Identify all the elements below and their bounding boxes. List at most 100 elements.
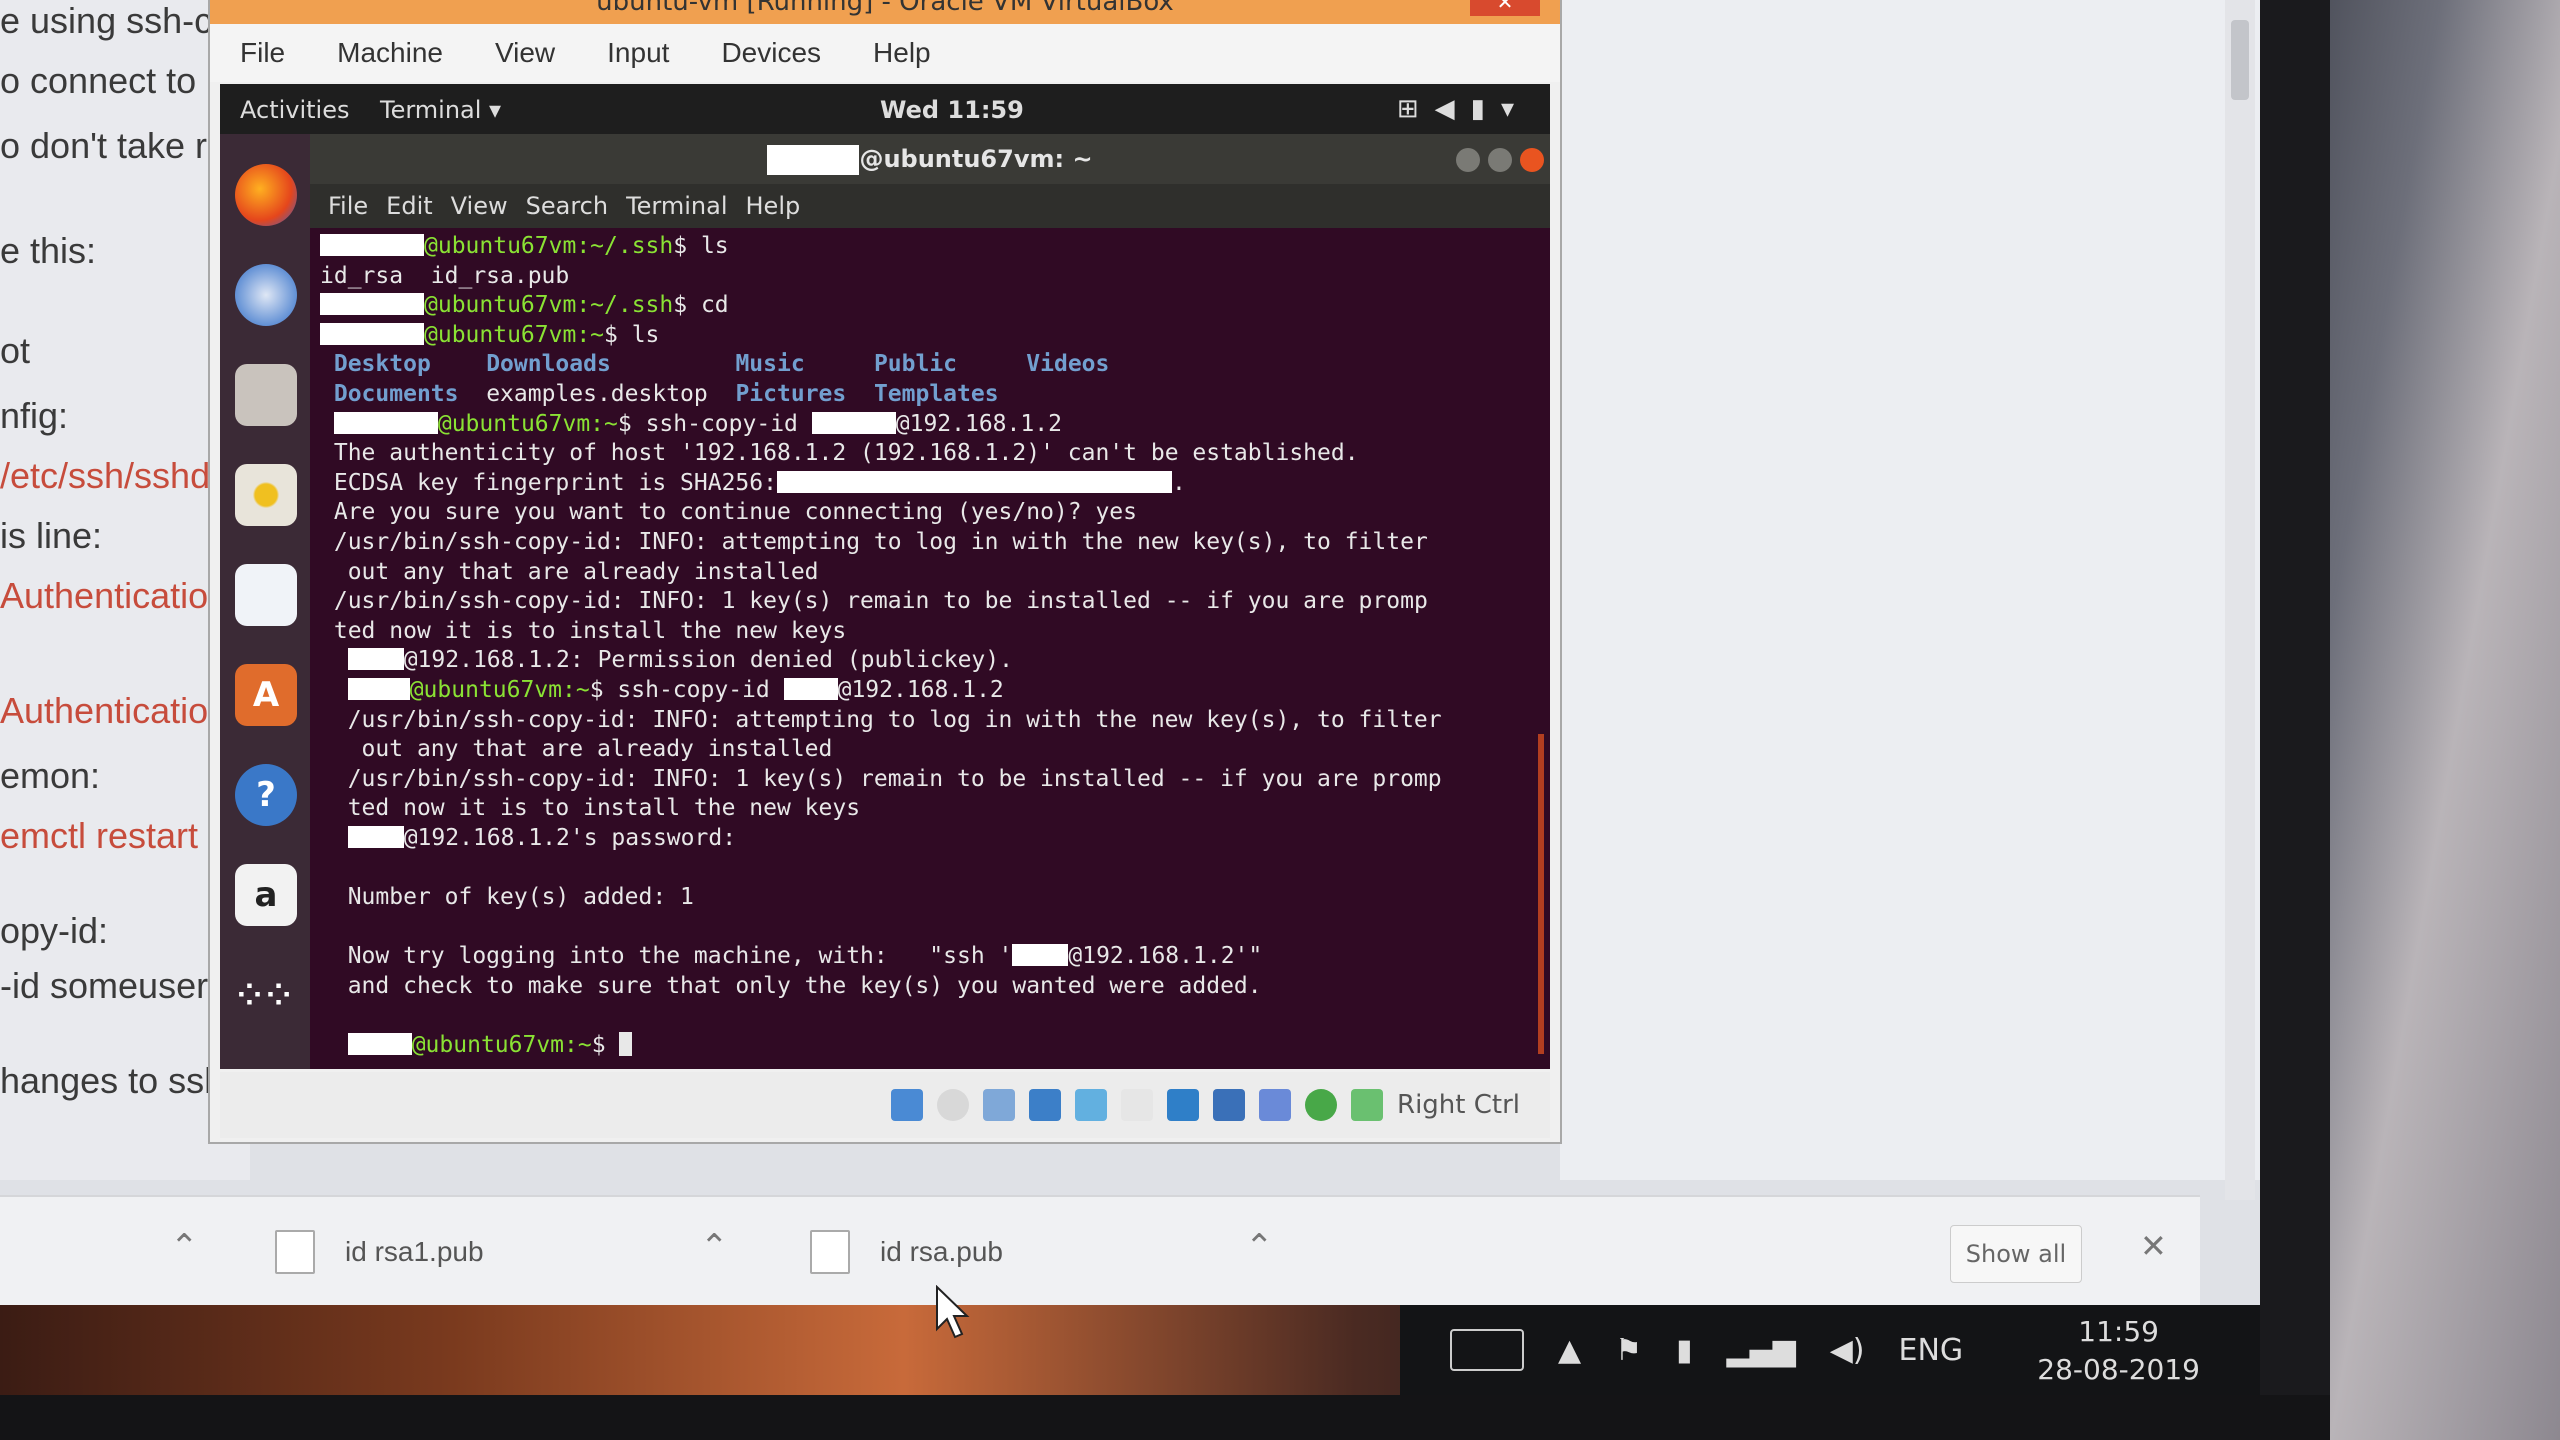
thunderbird-icon[interactable]	[235, 264, 297, 326]
capture-icon[interactable]	[1213, 1089, 1245, 1121]
download-filename: id rsa1.pub	[345, 1236, 484, 1267]
battery-icon[interactable]: ▮	[1676, 1333, 1693, 1368]
download-item-1[interactable]: id rsa1.pub	[275, 1217, 484, 1287]
close-icon[interactable]: ✕	[2140, 1227, 2167, 1265]
gnome-top-bar: Activities Terminal ▾ Wed 11:59 ⊞◀▮▾	[220, 84, 1550, 134]
amazon-icon[interactable]: a	[235, 864, 297, 926]
output-text: /usr/bin/ssh-copy-id: INFO: 1 key(s) rem…	[333, 588, 1428, 615]
keyboard-icon[interactable]	[1450, 1329, 1524, 1371]
chevron-up-icon[interactable]: ⌃	[1245, 1227, 1274, 1267]
network-signal-icon[interactable]: ▂▄▆	[1727, 1333, 1796, 1368]
terminal-output[interactable]: @ubuntu67vm:~/.ssh$ ls id_rsa id_rsa.pub @…	[320, 232, 1535, 1062]
terminal-line: /usr/bin/ssh-copy-id: INFO: 1 key(s) rem…	[320, 765, 1535, 795]
ubuntu-dock: A ? a ⁘⁘	[220, 134, 310, 1069]
files-icon[interactable]	[235, 364, 297, 426]
mouse-integration-icon[interactable]	[1305, 1089, 1337, 1121]
chevron-up-icon[interactable]: ▲	[1558, 1333, 1581, 1368]
menu-down-icon: ▾	[1500, 94, 1530, 124]
monitor-bezel-bottom	[0, 1395, 2330, 1440]
ls-row: Desktop Downloads Music Public Videos	[320, 350, 1535, 380]
vbox-menu-input[interactable]: Input	[607, 37, 669, 69]
close-icon[interactable]	[1520, 148, 1544, 172]
output-text: /usr/bin/ssh-copy-id: INFO: attempting t…	[347, 706, 1442, 733]
writer-icon[interactable]	[235, 564, 297, 626]
vbox-menu-help[interactable]: Help	[873, 37, 931, 69]
dir-documents: Documents	[333, 380, 459, 407]
terminal-line: /usr/bin/ssh-copy-id: INFO: attempting t…	[320, 528, 1535, 558]
term-menu-help[interactable]: Help	[746, 192, 801, 220]
chevron-up-icon[interactable]: ⌃	[170, 1227, 199, 1267]
vbox-status-bar: Right Ctrl	[220, 1072, 1550, 1138]
minimize-icon[interactable]	[1456, 148, 1480, 172]
usb-icon[interactable]	[1075, 1089, 1107, 1121]
apps-grid-icon[interactable]: ⁘⁘	[235, 964, 297, 1026]
chevron-up-icon[interactable]: ⌃	[700, 1227, 729, 1267]
terminal-line: @ubuntu67vm:~$ ssh-copy-id @192.168.1.2	[320, 410, 1535, 440]
vbox-menu-machine[interactable]: Machine	[337, 37, 443, 69]
terminal-line: Number of key(s) added: 1	[320, 883, 1535, 913]
terminal-title-bar: @ubuntu67vm: ~	[310, 134, 1550, 184]
vbox-menubar: File Machine View Input Devices Help	[210, 24, 1560, 82]
dir-desktop: Desktop	[333, 351, 431, 378]
vbox-menu-devices[interactable]: Devices	[721, 37, 821, 69]
terminal-scrollbar[interactable]	[1538, 734, 1544, 1054]
windows-taskbar: ▲ ⚑ ▮ ▂▄▆ ◀) ENG 11:59 28-08-2019	[0, 1305, 2260, 1395]
term-menu-view[interactable]: View	[451, 192, 508, 220]
rhythmbox-icon[interactable]	[235, 464, 297, 526]
hard-disk-icon[interactable]	[891, 1089, 923, 1121]
vbox-menu-file[interactable]: File	[240, 37, 285, 69]
close-icon[interactable]: ✕	[1470, 0, 1540, 16]
display-icon[interactable]	[1167, 1089, 1199, 1121]
term-menu-file[interactable]: File	[328, 192, 368, 220]
command: $ cd	[673, 292, 729, 319]
dir-pictures: Pictures	[735, 380, 847, 407]
redacted-username	[347, 677, 410, 700]
app-menu-terminal[interactable]: Terminal ▾	[380, 96, 501, 124]
system-menu[interactable]: ⊞◀▮▾	[1397, 94, 1530, 124]
article-text-line: emctl restart s	[0, 815, 227, 856]
vt-x-icon[interactable]	[1259, 1089, 1291, 1121]
terminal-line: and check to make sure that only the key…	[320, 972, 1535, 1002]
help-icon[interactable]: ?	[235, 764, 297, 826]
browser-scrollbar[interactable]	[2225, 0, 2255, 1200]
show-all-button[interactable]: Show all	[1950, 1225, 2082, 1283]
article-text-line: e this:	[0, 230, 97, 271]
activities-button[interactable]: Activities	[240, 96, 350, 124]
scrollbar-thumb[interactable]	[2231, 20, 2249, 100]
guest-clock[interactable]: Wed 11:59	[880, 96, 1024, 124]
shared-folders-icon[interactable]	[1121, 1089, 1153, 1121]
output-text: Number of key(s) added: 1	[347, 884, 694, 911]
volume-icon: ◀	[1434, 94, 1471, 124]
volume-icon[interactable]: ◀)	[1830, 1333, 1865, 1368]
article-text-line: emon:	[0, 755, 101, 796]
taskbar-clock[interactable]: 11:59 28-08-2019	[2037, 1313, 2200, 1389]
keyboard-capture-icon[interactable]	[1351, 1089, 1383, 1121]
action-center-flag-icon[interactable]: ⚑	[1615, 1333, 1642, 1368]
language-indicator[interactable]: ENG	[1899, 1333, 1964, 1368]
software-icon[interactable]: A	[235, 664, 297, 726]
output-text: ted now it is to install the new keys	[333, 617, 847, 644]
host-key-label: Right Ctrl	[1397, 1090, 1520, 1120]
download-item-2[interactable]: id rsa.pub	[810, 1217, 1003, 1287]
terminal-window[interactable]: @ubuntu67vm: ~ File Edit View Search Ter…	[310, 134, 1550, 1069]
vbox-menu-view[interactable]: View	[495, 37, 555, 69]
network-icon: ⊞	[1396, 94, 1435, 124]
term-menu-terminal[interactable]: Terminal	[626, 192, 727, 220]
dir-templates: Templates	[873, 380, 999, 407]
maximize-icon[interactable]	[1488, 148, 1512, 172]
audio-icon[interactable]	[983, 1089, 1015, 1121]
term-menu-search[interactable]: Search	[526, 192, 608, 220]
terminal-line: ted now it is to install the new keys	[320, 794, 1535, 824]
term-menu-edit[interactable]: Edit	[386, 192, 432, 220]
guest-display[interactable]: Activities Terminal ▾ Wed 11:59 ⊞◀▮▾ A ?…	[220, 84, 1550, 1069]
network-icon[interactable]	[1029, 1089, 1061, 1121]
optical-drive-icon[interactable]	[937, 1089, 969, 1121]
prompt: @ubuntu67vm:~	[424, 321, 605, 348]
download-filename: id rsa.pub	[880, 1236, 1003, 1267]
terminal-line: @ubuntu67vm:~$	[320, 1031, 1535, 1061]
browser-page-blank	[1560, 0, 2260, 1180]
redacted-fingerprint	[776, 470, 1172, 493]
dir-videos: Videos	[1026, 351, 1110, 378]
firefox-icon[interactable]	[235, 164, 297, 226]
output-text: out any that are already installed	[333, 558, 819, 585]
